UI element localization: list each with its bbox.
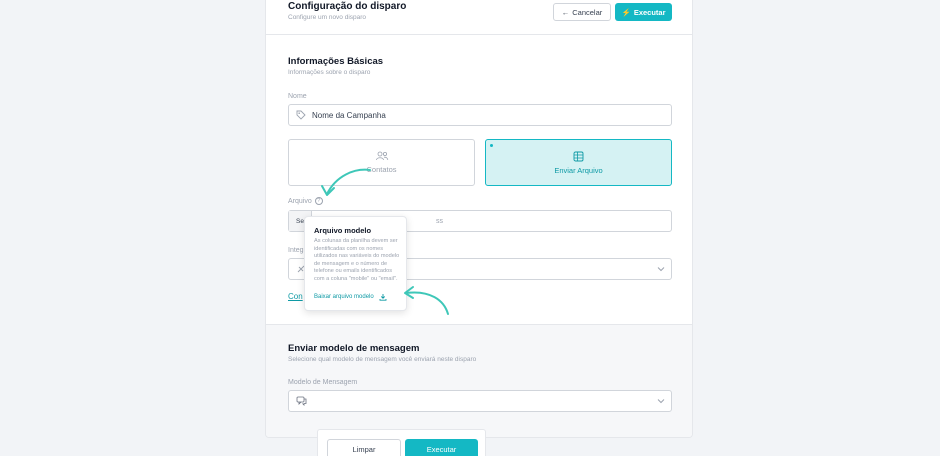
pointer-arrow-icon bbox=[321, 168, 371, 196]
spreadsheet-icon bbox=[573, 151, 584, 161]
tooltip-body: As colunas da planilha devem ser identif… bbox=[314, 238, 400, 282]
option-send-file[interactable]: Enviar Arquivo bbox=[485, 139, 672, 186]
chevron-down-icon bbox=[657, 267, 665, 272]
message-section-subtitle: Selecione qual modelo de mensagem você e… bbox=[288, 356, 477, 363]
lightning-icon: ⚡ bbox=[621, 7, 631, 17]
execute-button-top-label: Executar bbox=[633, 7, 666, 17]
tag-icon bbox=[296, 110, 306, 120]
execute-button-bottom[interactable]: Executar bbox=[405, 439, 478, 456]
tooltip-title: Arquivo modelo bbox=[314, 226, 372, 235]
integration-label: Integ bbox=[288, 247, 304, 254]
pointer-arrow-icon bbox=[404, 286, 449, 315]
basic-info-title: Informações Básicas bbox=[288, 56, 384, 67]
file-input-placeholder: ss bbox=[436, 217, 443, 225]
template-select[interactable] bbox=[288, 390, 672, 412]
name-input-placeholder: Nome da Campanha bbox=[312, 110, 386, 120]
clear-button[interactable]: Limpar bbox=[327, 439, 401, 456]
message-template-section: Enviar modelo de mensagem Selecione qual… bbox=[266, 324, 692, 437]
name-label: Nome bbox=[288, 93, 307, 100]
config-link[interactable]: Con bbox=[288, 292, 303, 301]
cancel-button[interactable]: ← Cancelar bbox=[553, 3, 611, 21]
execute-button-top[interactable]: ⚡ Executar bbox=[615, 3, 672, 21]
message-section-title: Enviar modelo de mensagem bbox=[288, 343, 420, 354]
cancel-button-label: Cancelar bbox=[572, 7, 603, 17]
option-send-file-label: Enviar Arquivo bbox=[554, 165, 603, 175]
download-template-link[interactable]: Baixar arquivo modelo bbox=[314, 293, 387, 301]
footer-action-bar: Limpar Executar bbox=[317, 429, 486, 456]
file-label: Arquivo bbox=[288, 197, 312, 205]
selected-indicator bbox=[490, 144, 493, 147]
file-template-tooltip: Arquivo modelo As colunas da planilha de… bbox=[304, 216, 407, 311]
option-contacts[interactable]: Contatos bbox=[288, 139, 475, 186]
chevron-down-icon bbox=[657, 399, 665, 404]
card-header: Configuração do disparo Configure um nov… bbox=[266, 0, 692, 35]
download-icon bbox=[379, 294, 387, 301]
basic-info-subtitle: Informações sobre o disparo bbox=[288, 69, 371, 76]
template-label: Modelo de Mensagem bbox=[288, 379, 358, 386]
chat-icon bbox=[296, 396, 307, 406]
download-template-label: Baixar arquivo modelo bbox=[314, 294, 374, 300]
arrow-left-icon: ← bbox=[561, 7, 570, 17]
page-title: Configuração do disparo bbox=[288, 1, 407, 12]
users-icon bbox=[375, 151, 388, 161]
name-input[interactable]: Nome da Campanha bbox=[288, 104, 672, 126]
page-subtitle: Configure um novo disparo bbox=[288, 14, 367, 21]
